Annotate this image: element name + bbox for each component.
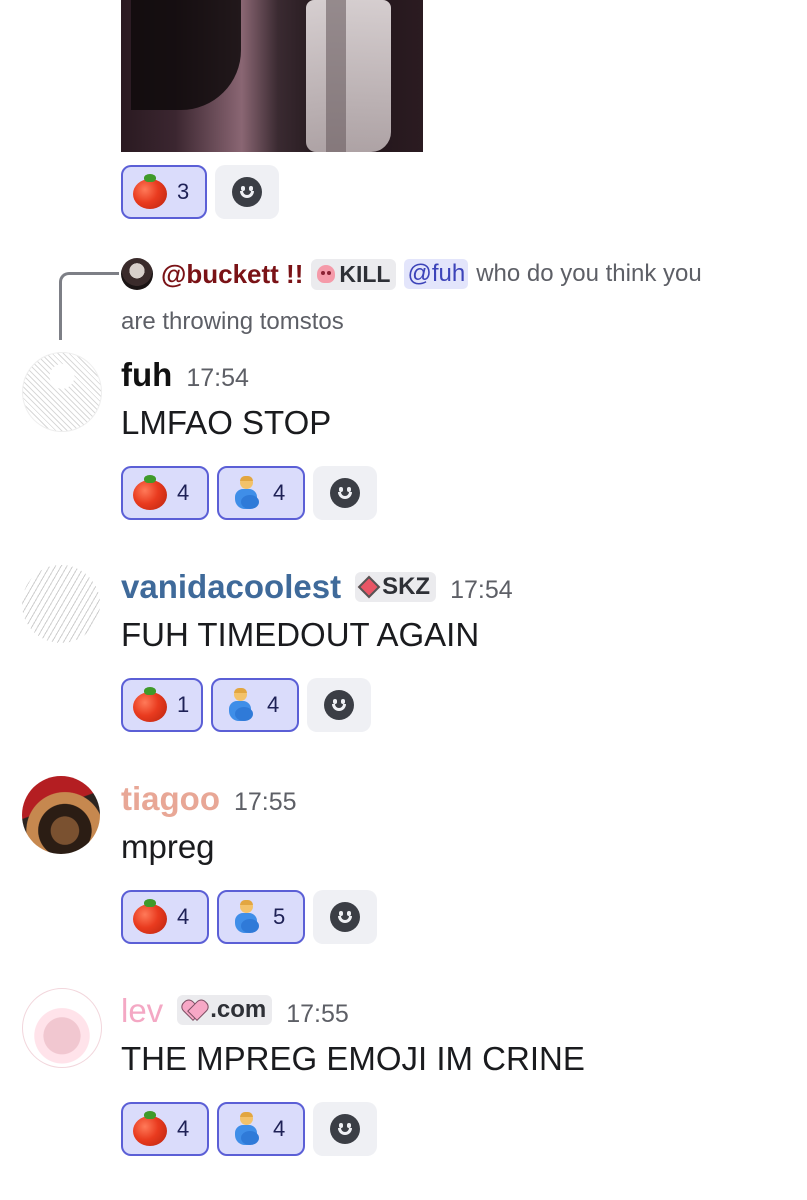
timestamp: 17:55 — [233, 788, 297, 816]
tomato-icon — [133, 899, 167, 934]
role-tag: .com — [177, 995, 273, 1025]
role-tag-label: SKZ — [382, 573, 431, 600]
role-tag-label: KILL — [339, 260, 391, 287]
pregnant-man-icon — [229, 476, 263, 510]
smiley-icon — [330, 478, 360, 508]
reaction-tomato[interactable]: 4 — [121, 466, 209, 520]
role-tag: SKZ — [355, 572, 437, 602]
message-text: FUH TIMEDOUT AGAIN — [121, 616, 480, 653]
image-figure-detail — [326, 0, 346, 152]
reply-connector — [59, 272, 119, 340]
avatar[interactable] — [22, 565, 100, 643]
reaction-count: 5 — [273, 904, 286, 929]
attachment-reactions: 3 — [121, 165, 279, 219]
avatar[interactable] — [121, 258, 153, 290]
pregnant-man-icon — [223, 688, 257, 722]
tomato-icon — [133, 475, 167, 510]
message-reactions: 4 4 — [121, 466, 377, 520]
add-reaction-button[interactable] — [215, 165, 279, 219]
add-reaction-button[interactable] — [313, 1102, 377, 1156]
timestamp: 17:54 — [186, 364, 249, 392]
message-reactions: 4 4 — [121, 1102, 377, 1156]
reaction-count: 1 — [177, 692, 190, 717]
reaction-tomato[interactable]: 4 — [121, 890, 209, 944]
add-reaction-button[interactable] — [307, 678, 371, 732]
role-tag: KILL — [311, 258, 397, 290]
pregnant-man-icon — [229, 1112, 263, 1146]
reaction-count: 3 — [177, 179, 190, 204]
username[interactable]: fuh — [121, 356, 172, 394]
timestamp: 17:55 — [286, 1000, 349, 1028]
heart-icon — [183, 1001, 205, 1019]
message-reactions: 4 5 — [121, 890, 377, 944]
reaction-tomato[interactable]: 1 — [121, 678, 203, 732]
reply-reference[interactable]: @buckett !! KILL @fuh who do you think y… — [121, 258, 761, 290]
reaction-pregnant-man[interactable]: 4 — [211, 678, 299, 732]
reaction-tomato[interactable]: 4 — [121, 1102, 209, 1156]
reply-preview: who do you think you — [476, 260, 702, 287]
message-text: mpreg — [121, 828, 215, 865]
username[interactable]: vanidacoolest — [121, 568, 341, 606]
reaction-count: 4 — [177, 1116, 190, 1141]
reaction-count: 4 — [273, 480, 286, 505]
smiley-icon — [324, 690, 354, 720]
avatar[interactable] — [22, 988, 102, 1068]
image-shadow — [131, 0, 241, 110]
pregnant-man-icon — [229, 900, 263, 934]
reaction-pregnant-man[interactable]: 5 — [217, 890, 305, 944]
image-attachment[interactable] — [121, 0, 423, 152]
smiley-icon — [232, 177, 262, 207]
reply-author[interactable]: @buckett !! — [161, 259, 303, 290]
reaction-pregnant-man[interactable]: 4 — [217, 466, 305, 520]
message: vanidacoolest SKZ 17:54 FUH TIMEDOUT AGA… — [121, 568, 513, 654]
image-figure — [306, 0, 391, 152]
diamond-icon — [357, 575, 381, 599]
add-reaction-button[interactable] — [313, 466, 377, 520]
reaction-tomato[interactable]: 3 — [121, 165, 207, 219]
message: fuh 17:54 LMFAO STOP — [121, 356, 331, 442]
reaction-count: 4 — [177, 480, 190, 505]
reaction-count: 4 — [273, 1116, 286, 1141]
message-text: LMFAO STOP — [121, 404, 332, 441]
avatar[interactable] — [22, 776, 100, 854]
tomato-icon — [133, 687, 167, 722]
smiley-icon — [330, 902, 360, 932]
reaction-pregnant-man[interactable]: 4 — [217, 1102, 305, 1156]
add-reaction-button[interactable] — [313, 890, 377, 944]
role-tag-label: .com — [210, 996, 267, 1023]
message: tiagoo 17:55 mpreg — [121, 780, 297, 866]
reaction-count: 4 — [267, 692, 280, 717]
tomato-icon — [133, 1111, 167, 1146]
message: lev .com 17:55 THE MPREG EMOJI IM CRINE — [121, 992, 585, 1078]
smiley-icon — [330, 1114, 360, 1144]
reaction-count: 4 — [177, 904, 190, 929]
reply-preview-continued: are throwing tomstos — [121, 308, 344, 335]
message-reactions: 1 4 — [121, 678, 371, 732]
username[interactable]: tiagoo — [121, 780, 220, 818]
message-text: THE MPREG EMOJI IM CRINE — [121, 1040, 585, 1077]
avatar[interactable] — [22, 352, 102, 432]
username[interactable]: lev — [121, 992, 163, 1030]
timestamp: 17:54 — [450, 576, 513, 604]
skull-icon — [317, 265, 336, 283]
mention[interactable]: @fuh — [404, 259, 469, 289]
tomato-icon — [133, 174, 167, 209]
